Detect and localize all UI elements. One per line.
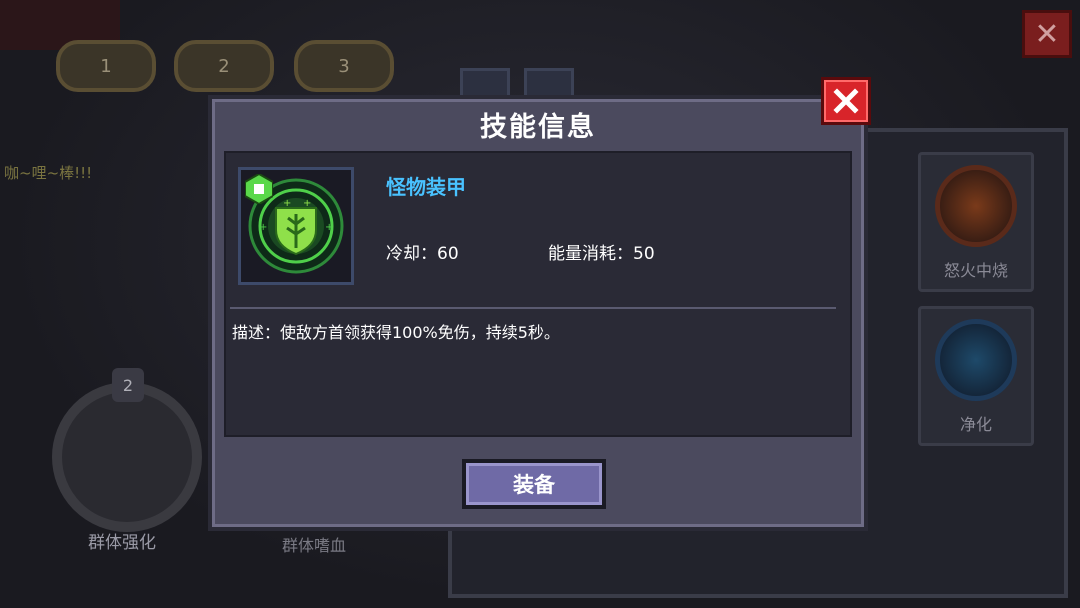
svg-text:+: + [303, 198, 311, 209]
energy-cost-label: 能量消耗： [548, 244, 633, 264]
equip-button[interactable]: 装备 [462, 459, 606, 509]
bg-filter-button[interactable] [460, 68, 510, 98]
cooldown-label: 冷却： [386, 244, 437, 264]
skill-info-content: + + + + 怪物装甲 冷却：60 能量消耗：50 描述：使敌方首领获得100… [224, 151, 852, 437]
bg-skill-label: 净化 [959, 415, 992, 434]
bg-skill-label-partial: 群体嗜血 [282, 536, 347, 555]
fist-icon [935, 319, 1017, 401]
bg-skill-label: 怒火中烧 [943, 261, 1008, 280]
bg-filter-button[interactable] [524, 68, 574, 98]
bg-skill-card-rage[interactable]: 怒火中烧 [918, 152, 1034, 292]
bg-skill-level-badge: 2 [112, 368, 144, 402]
bg-close-button[interactable]: ✕ [1022, 10, 1072, 58]
skill-description: 描述：使敌方首领获得100%免伤，持续5秒。 [232, 323, 560, 342]
cooldown-stat: 冷却：60 [386, 239, 459, 264]
skill-name: 怪物装甲 [386, 175, 466, 199]
energy-cost-stat: 能量消耗：50 [548, 239, 655, 264]
bg-skill-label: 群体强化 [88, 533, 156, 553]
tab-3[interactable]: 3 [294, 40, 394, 92]
cooldown-value: 60 [437, 244, 459, 264]
skill-icon-frame: + + + + [238, 167, 354, 285]
bg-skill-group-buff[interactable] [52, 382, 202, 532]
tab-2[interactable]: 2 [174, 40, 274, 92]
bg-skill-card-purify[interactable]: 净化 [918, 306, 1034, 446]
skill-type-tag-icon [245, 174, 273, 204]
close-icon [833, 88, 859, 114]
bg-character-quote: 咖~哩~棒!!! [4, 164, 93, 182]
energy-cost-value: 50 [633, 244, 655, 264]
divider [230, 307, 836, 309]
tab-1[interactable]: 1 [56, 40, 156, 92]
svg-text:+: + [283, 198, 291, 209]
flame-burst-icon [935, 165, 1017, 247]
svg-text:+: + [325, 222, 333, 233]
svg-text:+: + [259, 222, 267, 233]
skill-info-dialog: 技能信息 + + + + 怪物装甲 冷却：60 能量消耗：50 描述：使敌方首领… [208, 95, 868, 531]
close-button[interactable] [821, 77, 871, 125]
dialog-title: 技能信息 [480, 112, 596, 143]
